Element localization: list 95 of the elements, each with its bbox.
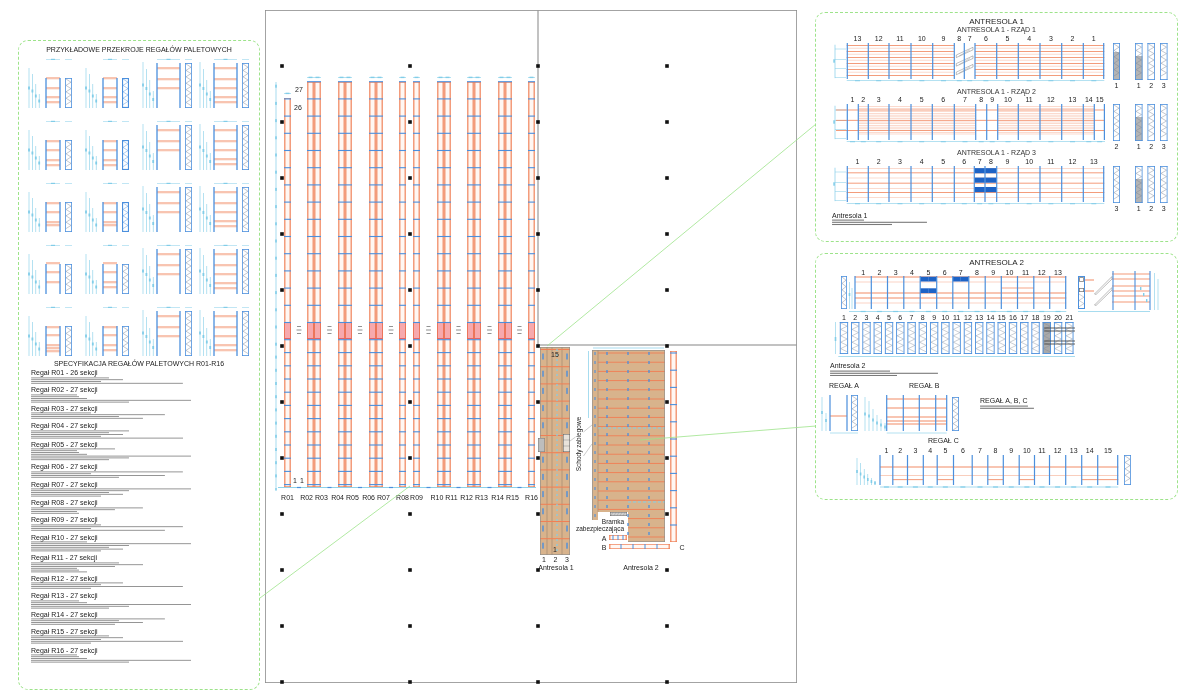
frame-side-view [1147,42,1155,80]
column-marker [536,456,540,460]
column-marker [408,176,412,180]
rack-section-drawing [140,306,195,358]
column-marker [536,568,540,572]
frame-side-view [1135,165,1143,203]
aisle-dimension-mark [388,326,394,334]
column-marker [665,344,669,348]
aisle-dimension-mark [456,326,461,334]
leader-line [583,424,593,433]
column-marker [280,176,284,180]
column-marker [536,232,540,236]
column-marker [536,120,540,124]
column-marker [280,568,284,572]
column-marker [536,64,540,68]
aisle-dimension-mark [296,326,302,334]
column-marker [280,512,284,516]
notes-lines-drawing [980,404,1034,409]
column-marker [408,680,412,684]
dimension-tag [399,76,406,79]
leader-line [583,443,593,457]
column-marker [408,120,412,124]
frame-side-view [1124,455,1131,486]
frame-side-view [1160,165,1168,203]
column-marker [280,344,284,348]
rack-section-drawing [197,244,252,296]
rack-section-drawing [197,58,252,110]
rack-section-drawing [140,182,195,234]
column-marker [408,344,412,348]
rack-section-drawing [197,182,252,234]
rack-section-drawing [140,58,195,110]
panel-title: ANTRESOLA 2 [969,258,1024,267]
hatched-block [538,438,545,452]
frame-side-view [1147,165,1155,203]
column-marker [665,400,669,404]
column-marker [280,232,284,236]
column-marker [536,288,540,292]
column-marker [408,64,412,68]
rack-section-drawing [140,120,195,172]
column-marker [665,176,669,180]
column-marker [536,400,540,404]
hatched-block [610,512,627,516]
aisle-dimension-mark [517,326,522,334]
stairs-drawing [563,434,570,452]
frame-side-view [1113,165,1120,203]
column-marker [665,624,669,628]
column-marker [665,568,669,572]
column-marker [280,680,284,684]
column-marker [665,288,669,292]
column-marker [536,344,540,348]
frame-side-view [1160,42,1168,80]
pallet-rack [609,535,627,540]
frame-side-view [1160,104,1168,141]
frame-side-view [1135,104,1143,141]
column-marker [665,680,669,684]
panel-title: ANTRESOLA 1 [969,17,1024,26]
column-marker [665,120,669,124]
aisle-dimension-mark [426,326,431,334]
frame-side-view [1147,104,1155,141]
rack-section-drawing [140,244,195,296]
dimension-tag [284,92,291,95]
aisle-dimension-mark [357,326,363,334]
column-marker [665,232,669,236]
column-marker [408,568,412,572]
column-marker [536,624,540,628]
column-marker [280,288,284,292]
column-marker [665,512,669,516]
column-marker [280,456,284,460]
dimension-tag [413,76,420,79]
aisle-dimension-mark [487,326,492,334]
frame-side-view [1135,42,1143,80]
leader-line [569,436,576,442]
column-marker [536,176,540,180]
column-marker [536,680,540,684]
frame-side-view [1113,42,1120,80]
column-marker [280,64,284,68]
column-marker [408,400,412,404]
column-marker [280,624,284,628]
column-marker [408,232,412,236]
column-marker [665,64,669,68]
column-marker [536,512,540,516]
column-marker [408,456,412,460]
aisle-dimension-mark [327,326,332,334]
rack-section-drawing [197,120,252,172]
column-marker [665,456,669,460]
frame-side-view [841,276,847,309]
column-marker [408,512,412,516]
pallet-rack [609,544,670,549]
dimension-tag [528,76,535,79]
column-marker [408,624,412,628]
rack-section-drawing [197,306,252,358]
column-marker [280,120,284,124]
frame-side-view [1113,104,1120,141]
column-marker [280,400,284,404]
column-marker [408,288,412,292]
